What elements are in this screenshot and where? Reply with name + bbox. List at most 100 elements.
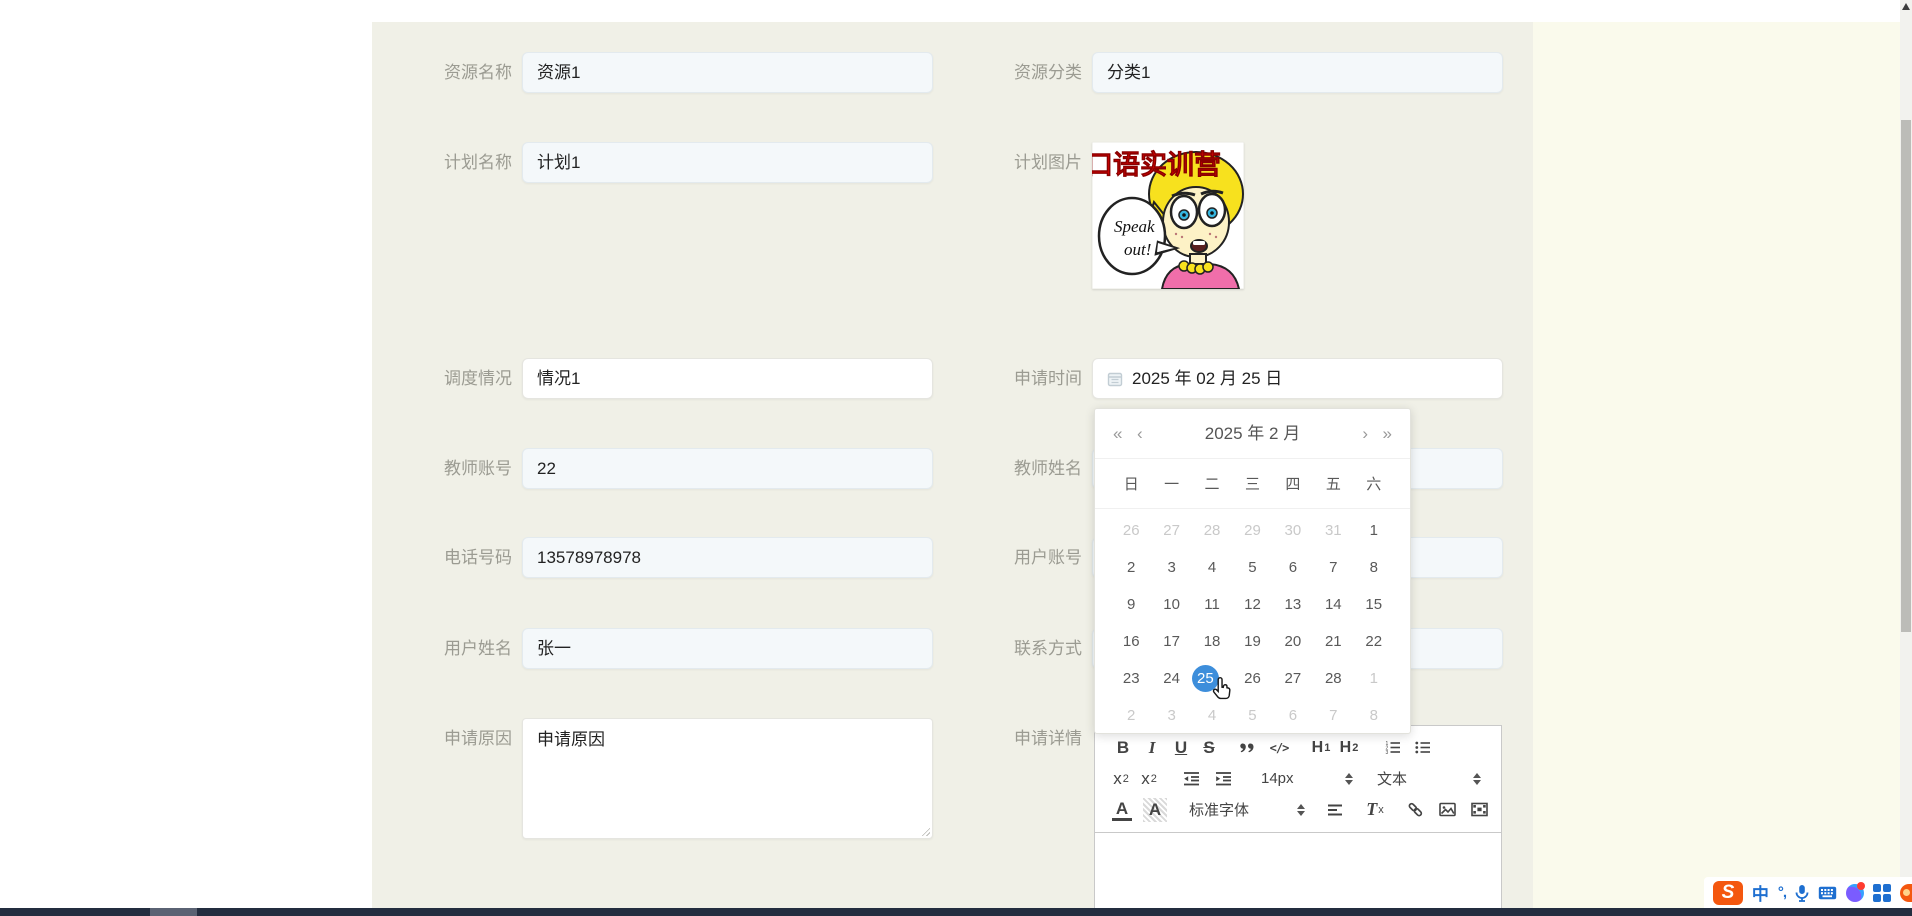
ime-language-toggle[interactable]: 中 xyxy=(1752,880,1769,905)
calendar-day[interactable]: 19 xyxy=(1232,628,1272,655)
calendar-day[interactable]: 4 xyxy=(1192,554,1232,581)
calendar-day[interactable]: 29 xyxy=(1232,517,1272,544)
contact-label: 联系方式 xyxy=(1014,639,1082,658)
strike-button[interactable]: S xyxy=(1199,736,1219,760)
header-2-button[interactable]: H2 xyxy=(1339,736,1359,760)
calendar-day[interactable]: 28 xyxy=(1313,665,1353,692)
indent-icon[interactable] xyxy=(1213,767,1233,791)
calendar-day[interactable]: 17 xyxy=(1151,628,1191,655)
calendar-day[interactable]: 7 xyxy=(1313,702,1353,729)
highlight-color-button[interactable]: A xyxy=(1143,797,1167,822)
calendar-day[interactable]: 31 xyxy=(1313,517,1353,544)
calendar-day[interactable]: 22 xyxy=(1354,628,1394,655)
clear-format-button[interactable]: Tx xyxy=(1365,798,1385,822)
calendar-day[interactable]: 6 xyxy=(1273,702,1313,729)
calendar-day[interactable]: 7 xyxy=(1313,554,1353,581)
bullet-list-icon[interactable] xyxy=(1413,736,1433,760)
resource-name-label: 资源名称 xyxy=(444,63,512,82)
style-select[interactable]: 文本 xyxy=(1377,768,1481,789)
calendar-day[interactable]: 13 xyxy=(1273,591,1313,618)
calendar-day[interactable]: 24 xyxy=(1151,665,1191,692)
microphone-icon[interactable] xyxy=(1795,884,1809,902)
calendar-day[interactable]: 28 xyxy=(1192,517,1232,544)
calendar-day[interactable]: 20 xyxy=(1273,628,1313,655)
keyboard-icon[interactable] xyxy=(1818,886,1837,900)
calendar-day[interactable]: 11 xyxy=(1192,591,1232,618)
ordered-list-icon[interactable]: 123 xyxy=(1383,736,1403,760)
code-block-button[interactable]: </> xyxy=(1269,736,1290,760)
apply-reason-value: 申请原因 xyxy=(537,730,605,749)
sogou-logo-icon[interactable]: S xyxy=(1713,880,1743,905)
ime-punctuation-toggle[interactable]: °, xyxy=(1778,884,1787,901)
blockquote-icon[interactable] xyxy=(1237,736,1257,760)
calendar-day[interactable]: 12 xyxy=(1232,591,1272,618)
calendar-day[interactable]: 9 xyxy=(1111,591,1151,618)
calendar-day[interactable]: 10 xyxy=(1151,591,1191,618)
video-icon[interactable] xyxy=(1469,798,1489,822)
plan-name-input[interactable]: 计划1 xyxy=(522,142,933,183)
calendar-weekday: 四 xyxy=(1285,476,1301,493)
vertical-scrollbar[interactable] xyxy=(1900,0,1912,908)
link-icon[interactable] xyxy=(1405,798,1425,822)
font-select[interactable]: 标准字体 xyxy=(1189,799,1305,820)
calendar-day[interactable]: 27 xyxy=(1151,517,1191,544)
schedule-status-input[interactable]: 情况1 xyxy=(522,358,933,399)
mouse-cursor xyxy=(1212,676,1234,705)
image-icon[interactable] xyxy=(1437,798,1457,822)
calendar-day[interactable]: 2 xyxy=(1111,702,1151,729)
calendar-day[interactable]: 6 xyxy=(1273,554,1313,581)
size-select[interactable]: 14px xyxy=(1261,770,1353,787)
ime-emoji-icon[interactable] xyxy=(1900,883,1912,902)
calendar-day[interactable]: 18 xyxy=(1192,628,1232,655)
apply-reason-textarea[interactable]: 申请原因 xyxy=(522,718,933,839)
calendar-day[interactable]: 1 xyxy=(1354,665,1394,692)
calendar-day[interactable]: 2 xyxy=(1111,554,1151,581)
calendar-day[interactable]: 15 xyxy=(1354,591,1394,618)
scroll-up-arrow-icon[interactable] xyxy=(1902,3,1910,10)
calendar-day[interactable]: 14 xyxy=(1313,591,1353,618)
calendar-day[interactable]: 21 xyxy=(1313,628,1353,655)
date-picker-header: « ‹ 2025 年 2 月 › » xyxy=(1095,409,1410,459)
next-year-button[interactable]: » xyxy=(1383,409,1392,458)
italic-button[interactable]: I xyxy=(1142,736,1162,760)
resize-handle[interactable] xyxy=(919,825,930,836)
horizontal-scrollbar-thumb[interactable] xyxy=(150,908,197,916)
svg-text:3: 3 xyxy=(1386,750,1389,755)
user-name-input[interactable]: 张一 xyxy=(522,628,933,669)
horizontal-scrollbar[interactable] xyxy=(0,908,1912,916)
text-color-button[interactable]: A xyxy=(1112,799,1132,821)
calendar-day[interactable]: 1 xyxy=(1354,517,1394,544)
calendar-day[interactable]: 23 xyxy=(1111,665,1151,692)
apply-time-input[interactable]: 2025 年 02 月 25 日 xyxy=(1092,358,1503,399)
calendar-day[interactable]: 27 xyxy=(1273,665,1313,692)
apply-detail-content[interactable] xyxy=(1095,833,1501,916)
phone-number-input[interactable]: 13578978978 xyxy=(522,537,933,578)
calendar-day[interactable]: 3 xyxy=(1151,702,1191,729)
header-1-button[interactable]: H1 xyxy=(1311,736,1331,760)
superscript-button[interactable]: x2 xyxy=(1139,767,1159,791)
vertical-scrollbar-thumb[interactable] xyxy=(1901,120,1911,632)
ime-apps-grid-icon[interactable] xyxy=(1873,883,1892,902)
calendar-day[interactable]: 8 xyxy=(1354,702,1394,729)
subscript-button[interactable]: x2 xyxy=(1111,767,1131,791)
calendar-day[interactable]: 3 xyxy=(1151,554,1191,581)
align-icon[interactable] xyxy=(1325,798,1345,822)
calendar-day[interactable]: 8 xyxy=(1354,554,1394,581)
next-month-button[interactable]: › xyxy=(1362,409,1368,458)
teacher-account-input[interactable]: 22 xyxy=(522,448,933,489)
calendar-day[interactable]: 26 xyxy=(1111,517,1151,544)
calendar-day[interactable]: 16 xyxy=(1111,628,1151,655)
ime-skin-icon[interactable] xyxy=(1846,881,1866,902)
calendar-day[interactable]: 30 xyxy=(1273,517,1313,544)
calendar-day[interactable]: 5 xyxy=(1232,702,1272,729)
underline-button[interactable]: U xyxy=(1171,736,1191,760)
resource-category-input[interactable]: 分类1 xyxy=(1092,52,1503,93)
calendar-day[interactable]: 26 xyxy=(1232,665,1272,692)
calendar-day[interactable]: 4 xyxy=(1192,702,1232,729)
outdent-icon[interactable] xyxy=(1181,767,1201,791)
resource-name-input[interactable]: 资源1 xyxy=(522,52,933,93)
apply-time-value: 2025 年 02 月 25 日 xyxy=(1132,369,1283,388)
plan-name-label: 计划名称 xyxy=(444,153,512,172)
bold-button[interactable]: B xyxy=(1113,736,1133,760)
calendar-day[interactable]: 5 xyxy=(1232,554,1272,581)
